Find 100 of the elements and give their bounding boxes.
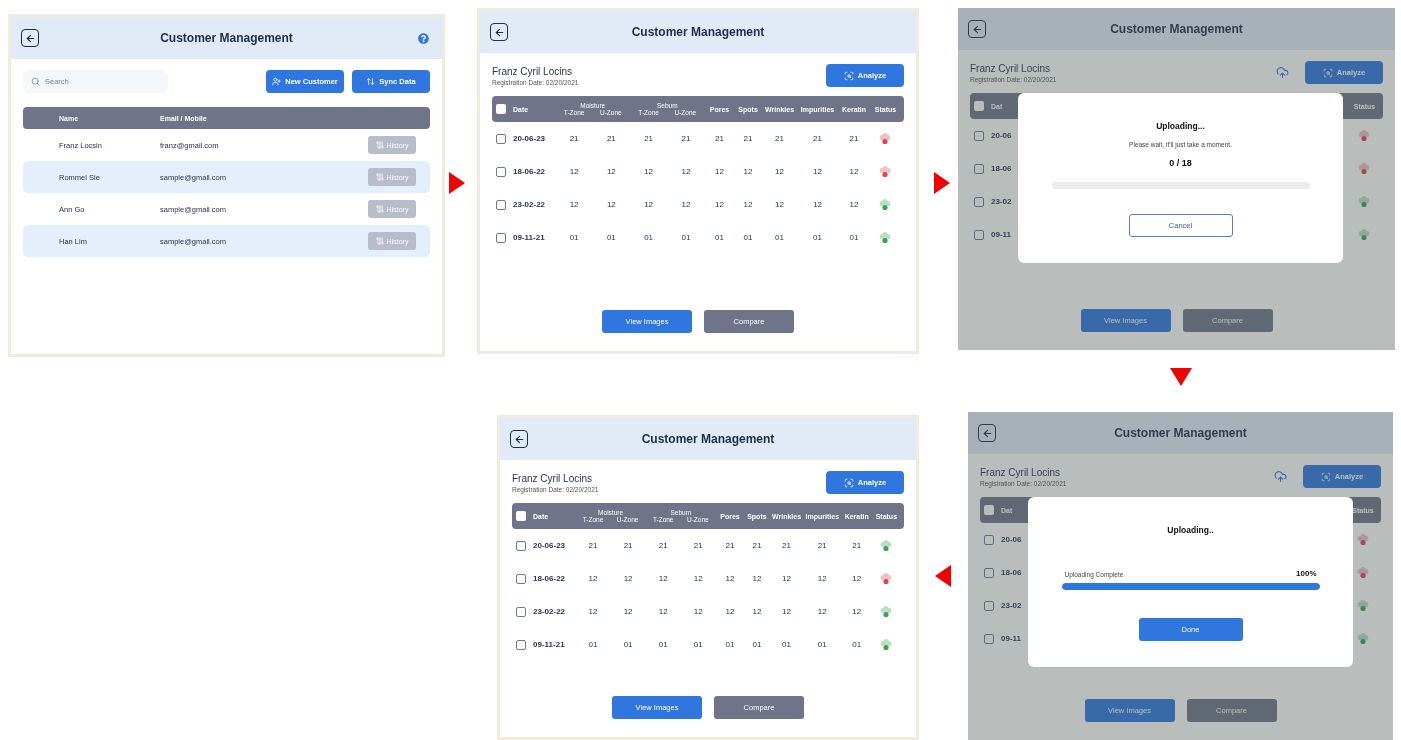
table-cell-text: 12 bbox=[680, 200, 692, 209]
table-cell-text: 01 bbox=[587, 640, 599, 649]
row-checkbox[interactable] bbox=[984, 600, 994, 611]
back-button[interactable] bbox=[510, 430, 528, 448]
row-checkbox[interactable] bbox=[516, 540, 526, 551]
table-cell-text: 12 bbox=[851, 607, 863, 616]
screen-title: Customer Management bbox=[159, 31, 294, 45]
flow-arrow-icon bbox=[934, 171, 950, 194]
back-button[interactable] bbox=[490, 23, 508, 41]
table-cell-text: 21 bbox=[742, 134, 754, 143]
table-cell-text: 12 bbox=[714, 167, 725, 176]
status-cloud-icon bbox=[1358, 228, 1371, 241]
scan-icon bbox=[1320, 471, 1331, 482]
document-icon bbox=[375, 237, 384, 245]
table-cell-text: 12 bbox=[812, 167, 823, 176]
date-cell-text: 18-06 bbox=[1001, 568, 1023, 577]
help-icon[interactable] bbox=[417, 32, 429, 44]
table-cell-text: 12 bbox=[724, 574, 736, 583]
table-cell-text: 21 bbox=[774, 134, 785, 143]
table-cell-text: 21 bbox=[622, 541, 634, 550]
scan-icon bbox=[843, 70, 854, 81]
customer-name: Franz Cyril Locins bbox=[970, 62, 1052, 74]
flow-arrow-icon bbox=[449, 171, 465, 194]
status-cloud-icon bbox=[1356, 632, 1369, 645]
table-cell-text: 01 bbox=[657, 640, 669, 649]
table-cell-text: 01 bbox=[605, 233, 617, 242]
add-user-icon bbox=[272, 77, 282, 86]
table-cell-text: 12 bbox=[812, 200, 823, 209]
back-button[interactable] bbox=[968, 20, 986, 38]
table-cell-text: 12 bbox=[587, 574, 599, 583]
table-cell-text: 01 bbox=[781, 640, 792, 649]
table-cell-text: 01 bbox=[622, 640, 634, 649]
table-cell-text: 21 bbox=[587, 541, 599, 550]
scan-icon bbox=[843, 477, 854, 488]
select-all-checkbox[interactable] bbox=[984, 505, 994, 515]
cloud-upload-icon[interactable] bbox=[1274, 470, 1287, 483]
row-checkbox[interactable] bbox=[974, 130, 984, 141]
table-cell-text: 12 bbox=[774, 200, 785, 209]
table-cell-text: 12 bbox=[587, 607, 599, 616]
row-checkbox[interactable] bbox=[984, 567, 994, 578]
select-all-checkbox[interactable] bbox=[496, 104, 506, 114]
row-checkbox[interactable] bbox=[974, 229, 984, 240]
table-cell-text: 12 bbox=[724, 607, 736, 616]
table-cell-text: 21 bbox=[851, 541, 863, 550]
table-cell-text: 21 bbox=[751, 541, 763, 550]
back-button[interactable] bbox=[978, 424, 996, 442]
table-cell-text: 01 bbox=[680, 233, 692, 242]
table-cell-text: 21 bbox=[724, 541, 736, 550]
table-cell-text: 01 bbox=[751, 640, 763, 649]
date-cell-text: 23-02 bbox=[991, 197, 1013, 206]
table-cell-text: 12 bbox=[816, 607, 828, 616]
table-cell-text: 12 bbox=[622, 574, 634, 583]
back-button[interactable] bbox=[21, 29, 39, 47]
status-cloud-icon bbox=[879, 198, 892, 211]
screen-title: Customer Management bbox=[630, 25, 766, 39]
table-cell-text: 01 bbox=[774, 233, 785, 242]
row-checkbox[interactable] bbox=[496, 199, 506, 210]
sync-icon bbox=[366, 77, 376, 86]
row-checkbox[interactable] bbox=[496, 133, 506, 144]
row-checkbox[interactable] bbox=[974, 163, 984, 174]
table-cell-text: 12 bbox=[816, 574, 828, 583]
back-arrow-icon bbox=[513, 433, 525, 445]
screen-title: Customer Management bbox=[1113, 426, 1248, 440]
row-checkbox[interactable] bbox=[516, 639, 526, 650]
row-checkbox[interactable] bbox=[496, 166, 506, 177]
table-cell-text: 12 bbox=[605, 200, 617, 209]
table-cell-text: 12 bbox=[714, 200, 725, 209]
row-checkbox[interactable] bbox=[516, 606, 526, 617]
table-cell-text: 12 bbox=[848, 200, 860, 209]
cloud-upload-icon[interactable] bbox=[1276, 66, 1289, 79]
table-cell-text: 01 bbox=[816, 640, 828, 649]
select-all-checkbox[interactable] bbox=[974, 101, 984, 111]
status-cloud-icon bbox=[879, 165, 892, 178]
status-cloud-icon bbox=[880, 638, 893, 651]
row-checkbox[interactable] bbox=[984, 633, 994, 644]
row-checkbox[interactable] bbox=[984, 534, 994, 545]
table-cell-text: 21 bbox=[643, 134, 655, 143]
document-icon bbox=[375, 205, 384, 213]
table-cell-text: 12 bbox=[751, 607, 763, 616]
table-cell-text: 21 bbox=[714, 134, 725, 143]
status-cloud-icon bbox=[880, 539, 893, 552]
flow-arrow-icon bbox=[1170, 368, 1192, 386]
table-cell-text: 12 bbox=[851, 574, 863, 583]
row-checkbox[interactable] bbox=[516, 573, 526, 584]
status-cloud-icon bbox=[1356, 566, 1369, 579]
date-cell-text: 23-02-22 bbox=[533, 607, 567, 616]
select-all-checkbox[interactable] bbox=[516, 511, 526, 521]
table-cell-text: 21 bbox=[568, 134, 580, 143]
row-checkbox[interactable] bbox=[496, 232, 506, 243]
row-checkbox[interactable] bbox=[974, 196, 984, 207]
customer-name: Franz Cyril Locins bbox=[492, 65, 574, 77]
back-arrow-icon bbox=[971, 23, 983, 35]
date-cell-text: 20-06-23 bbox=[513, 134, 547, 143]
table-cell-text: 01 bbox=[742, 233, 754, 242]
table-cell-text: 01 bbox=[568, 233, 580, 242]
document-icon bbox=[375, 141, 384, 149]
dialog-title: Uploading.. bbox=[1167, 525, 1214, 535]
date-cell-text: 09-11 bbox=[991, 230, 1013, 239]
table-cell-text: 01 bbox=[714, 233, 725, 242]
table-cell-text: 12 bbox=[643, 200, 655, 209]
